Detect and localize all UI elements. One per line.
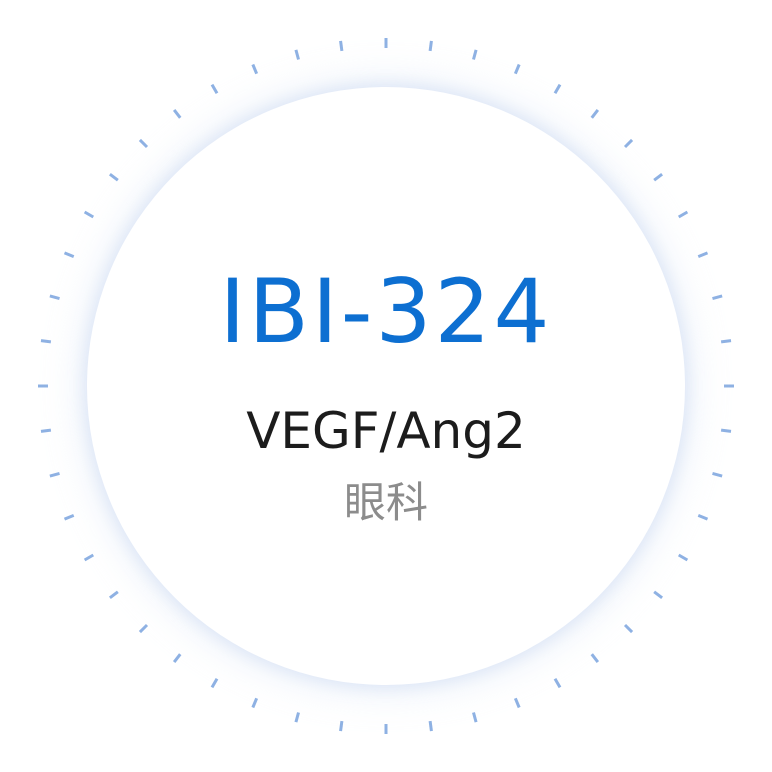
ring-tick [210, 677, 219, 689]
product-badge: IBI-324 VEGF/Ang2 眼科 [0, 0, 772, 772]
ring-tick [428, 40, 433, 52]
ring-tick [251, 697, 259, 709]
ring-tick [172, 108, 182, 119]
ring-tick [513, 697, 521, 709]
ring-tick [677, 210, 689, 219]
ring-tick [339, 720, 344, 732]
ring-tick [138, 623, 149, 634]
ring-tick [294, 49, 300, 60]
therapeutic-area-label: 眼科 [343, 478, 428, 527]
ring-tick [428, 720, 433, 732]
badge-circle [87, 87, 685, 685]
ring-tick [172, 653, 182, 664]
ring-tick [83, 210, 95, 219]
ring-tick [472, 49, 478, 60]
ring-tick [590, 108, 600, 119]
ring-tick [590, 653, 600, 664]
ring-tick [677, 553, 689, 562]
ring-tick [653, 590, 664, 600]
ring-tick [553, 677, 562, 689]
ring-tick [623, 138, 634, 149]
ring-tick [339, 40, 344, 52]
ring-tick [653, 172, 664, 182]
product-code: IBI-324 [219, 260, 553, 363]
target-label: VEGF/Ang2 [246, 402, 526, 460]
ring-tick [108, 172, 119, 182]
ring-tick [623, 623, 634, 634]
ring-tick [513, 63, 521, 75]
ring-tick [63, 251, 75, 259]
ring-tick [472, 712, 478, 723]
ring-tick [108, 590, 119, 600]
ring-tick [697, 251, 709, 259]
ring-tick [138, 138, 149, 149]
ring-tick [251, 63, 259, 75]
ring-tick [553, 83, 562, 95]
ring-tick [83, 553, 95, 562]
ring-tick [294, 712, 300, 723]
ring-tick [210, 83, 219, 95]
